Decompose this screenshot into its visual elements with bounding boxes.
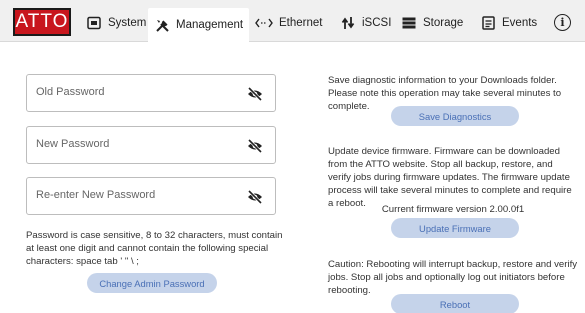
tab-ethernet[interactable]: Ethernet xyxy=(249,8,328,38)
eye-off-icon[interactable] xyxy=(247,138,263,154)
reenter-password-placeholder: Re-enter New Password xyxy=(36,189,156,201)
firmware-text: Update device firmware. Firmware can be … xyxy=(328,146,572,209)
old-password-placeholder: Old Password xyxy=(36,86,105,98)
reboot-caution-text: Caution: Rebooting will interrupt backup… xyxy=(328,259,578,296)
password-rules-text: Password is case sensitive, 8 to 32 char… xyxy=(26,230,283,267)
top-nav-bar: ATTO System Management Ethernet iSCSI St… xyxy=(0,0,585,42)
tab-iscsi[interactable]: iSCSI xyxy=(334,8,397,38)
tab-management[interactable]: Management xyxy=(148,8,250,42)
tab-management-label: Management xyxy=(176,19,244,31)
reenter-password-field[interactable]: Re-enter New Password xyxy=(26,177,276,215)
tab-system[interactable]: System xyxy=(80,8,152,38)
old-password-field[interactable]: Old Password xyxy=(26,74,276,112)
eye-off-icon[interactable] xyxy=(247,86,263,102)
new-password-placeholder: New Password xyxy=(36,138,110,150)
new-password-field[interactable]: New Password xyxy=(26,126,276,164)
update-firmware-button[interactable]: Update Firmware xyxy=(391,218,519,238)
ethernet-icon xyxy=(255,15,273,31)
tab-storage-label: Storage xyxy=(423,17,464,29)
atto-logo[interactable]: ATTO xyxy=(13,8,71,36)
eye-off-icon[interactable] xyxy=(247,189,263,205)
tab-events[interactable]: Events xyxy=(474,8,543,38)
tab-storage[interactable]: Storage xyxy=(395,8,469,38)
tab-iscsi-label: iSCSI xyxy=(362,17,392,29)
info-icon[interactable]: i xyxy=(554,14,571,31)
storage-icon xyxy=(401,15,417,31)
save-diagnostics-button[interactable]: Save Diagnostics xyxy=(391,106,519,126)
tab-system-label: System xyxy=(108,17,147,29)
reboot-button[interactable]: Reboot xyxy=(391,294,519,313)
events-icon xyxy=(480,15,496,31)
tools-icon xyxy=(154,17,170,33)
system-icon xyxy=(86,15,102,31)
tab-ethernet-label: Ethernet xyxy=(279,17,323,29)
current-firmware-version: Current firmware version 2.00.0f1 xyxy=(381,204,525,215)
tab-events-label: Events xyxy=(502,17,538,29)
change-admin-password-button[interactable]: Change Admin Password xyxy=(87,273,217,293)
iscsi-icon xyxy=(340,15,356,31)
